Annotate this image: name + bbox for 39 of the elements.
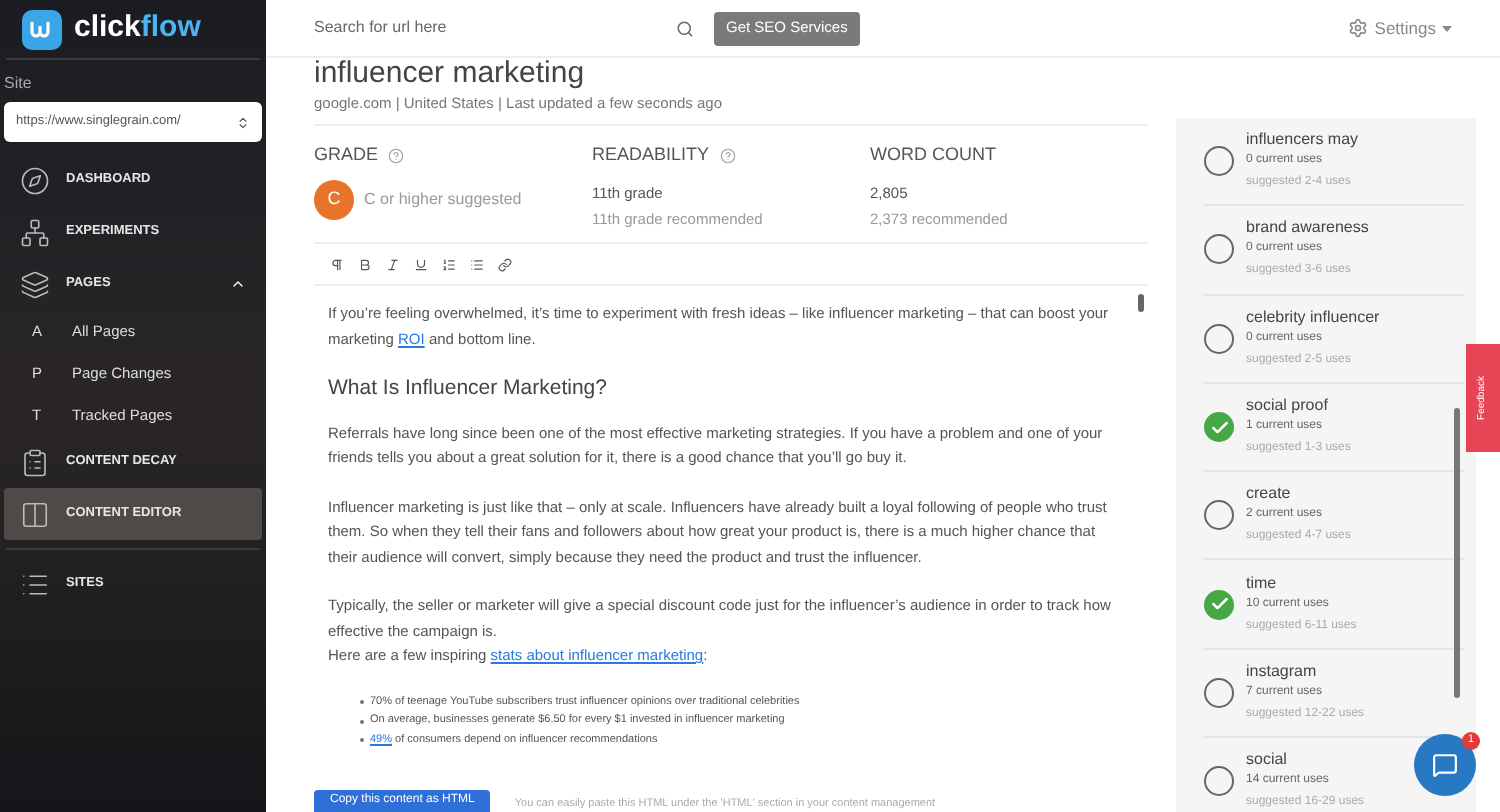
metric-label: GRADE bbox=[314, 142, 379, 168]
bullet-list-icon[interactable] bbox=[470, 257, 484, 271]
italic-icon[interactable] bbox=[386, 257, 400, 271]
grade-badge: C bbox=[314, 179, 354, 219]
keyword-term: create bbox=[1246, 482, 1293, 505]
scrollbar-thumb[interactable] bbox=[1454, 408, 1460, 698]
link-icon[interactable] bbox=[498, 257, 512, 271]
logo-text: clickflow bbox=[74, 8, 201, 49]
keyword-term: social proof bbox=[1246, 394, 1330, 417]
keyword-term: social bbox=[1246, 748, 1289, 771]
columns-icon bbox=[20, 499, 50, 529]
paragraph-icon[interactable] bbox=[330, 257, 344, 271]
section-heading: What Is Influencer Marketing? bbox=[328, 376, 609, 401]
settings-icon bbox=[1348, 18, 1369, 38]
caret-icon bbox=[1442, 25, 1452, 31]
layers-icon bbox=[20, 269, 50, 299]
logo-icon bbox=[22, 9, 62, 49]
search-icon bbox=[676, 19, 694, 37]
select-arrows-icon bbox=[236, 115, 250, 129]
keyword-term: time bbox=[1246, 571, 1279, 594]
keyword-term: brand awareness bbox=[1246, 216, 1369, 239]
metric-label: READABILITY bbox=[592, 142, 710, 168]
metric-label: WORD COUNT bbox=[870, 142, 996, 168]
search-field[interactable]: Search for url here bbox=[314, 16, 614, 40]
chat-icon bbox=[1432, 752, 1458, 778]
numbered-list-icon[interactable] bbox=[442, 257, 456, 271]
page-title: influencer marketing bbox=[314, 55, 587, 90]
underline-icon[interactable] bbox=[414, 257, 428, 271]
scrollbar-thumb[interactable] bbox=[1138, 294, 1144, 312]
network-icon bbox=[20, 217, 50, 247]
site-label: Site bbox=[4, 72, 34, 96]
clipboard-icon bbox=[20, 447, 50, 477]
metric-value: C or higher suggested bbox=[364, 187, 522, 211]
keyword-term: instagram bbox=[1246, 659, 1319, 682]
keyword-term: celebrity influencer bbox=[1246, 305, 1380, 328]
keyword-term: influencers may bbox=[1246, 128, 1359, 151]
bold-icon[interactable] bbox=[358, 257, 372, 271]
compass-icon bbox=[20, 165, 50, 195]
settings-button[interactable]: Settings bbox=[1348, 15, 1452, 41]
